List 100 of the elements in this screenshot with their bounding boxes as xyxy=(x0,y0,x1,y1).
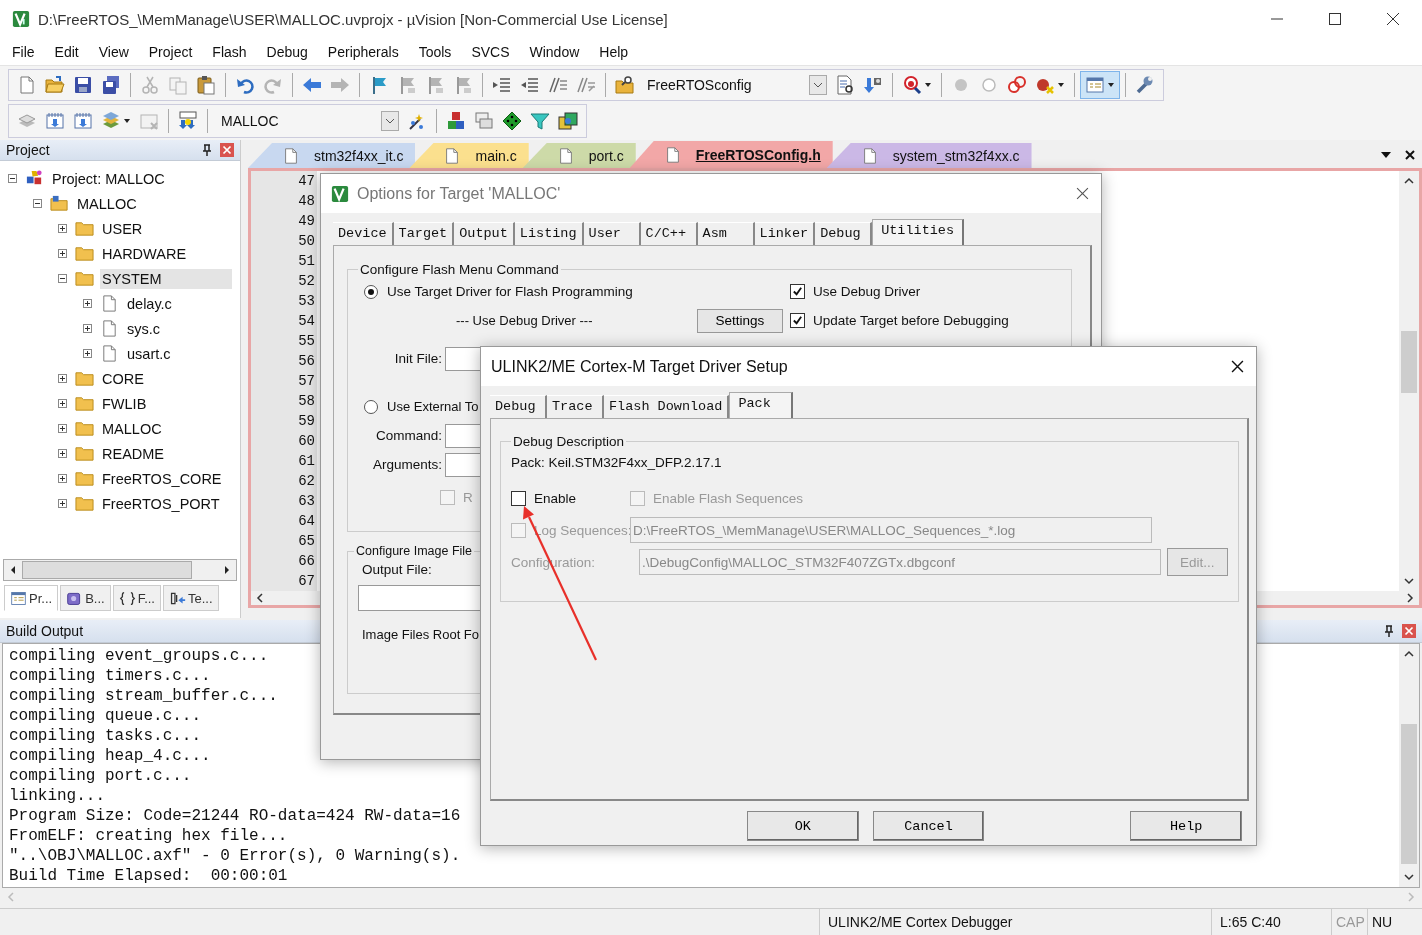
tree-item[interactable]: MALLOC xyxy=(100,418,164,439)
line-number: 47 xyxy=(298,172,315,191)
expand-icon[interactable] xyxy=(58,399,67,408)
panel-tab[interactable]: Te... xyxy=(163,585,219,611)
scrollbar-thumb[interactable] xyxy=(1401,724,1417,864)
breakpoints-icon xyxy=(1007,75,1027,95)
dialog-tab[interactable]: Target xyxy=(393,222,455,245)
close-icon[interactable] xyxy=(1404,149,1416,161)
dialog-title: ULINK2/ME Cortex-M Target Driver Setup xyxy=(491,357,789,376)
tree-item[interactable]: MALLOC xyxy=(75,193,139,214)
scrollbar-thumb[interactable] xyxy=(1401,331,1417,393)
vertical-scrollbar[interactable] xyxy=(1399,171,1419,591)
expand-icon[interactable] xyxy=(58,474,67,483)
checkbox[interactable] xyxy=(790,313,805,328)
dialog-tab[interactable]: Linker xyxy=(754,222,816,245)
folder-icon xyxy=(75,244,94,263)
checkbox[interactable] xyxy=(790,284,805,299)
collapse-icon[interactable] xyxy=(8,174,17,183)
expand-icon[interactable] xyxy=(58,249,67,258)
file-tab[interactable]: port.c xyxy=(522,143,636,168)
expand-icon[interactable] xyxy=(83,299,92,308)
menu-item[interactable]: Edit xyxy=(44,43,89,60)
dialog-tab[interactable]: C/C++ xyxy=(640,222,698,245)
expand-icon[interactable] xyxy=(58,224,67,233)
checkbox[interactable] xyxy=(511,490,526,506)
expand-icon[interactable] xyxy=(83,324,92,333)
collapse-icon[interactable] xyxy=(58,274,67,283)
tree-item[interactable]: FreeRTOS_PORT xyxy=(100,493,222,514)
menu-item[interactable]: Peripherals xyxy=(317,43,409,60)
menu-item[interactable]: Debug xyxy=(256,43,318,60)
settings-button[interactable]: Settings xyxy=(696,308,784,333)
tree-item[interactable]: sys.c xyxy=(125,318,163,339)
collapse-icon[interactable] xyxy=(33,199,42,208)
expand-icon[interactable] xyxy=(58,449,67,458)
dialog-button[interactable]: OK xyxy=(747,811,859,841)
tree-item[interactable]: CORE xyxy=(100,368,146,389)
vertical-scrollbar[interactable] xyxy=(1399,644,1419,887)
expand-icon[interactable] xyxy=(83,349,92,358)
expand-icon[interactable] xyxy=(58,424,67,433)
file-tab[interactable]: main.c xyxy=(409,143,529,168)
menu-item[interactable]: File xyxy=(2,43,45,60)
folder-icon xyxy=(75,269,94,288)
menu-item[interactable]: View xyxy=(88,43,139,60)
dialog-tab[interactable]: Debug xyxy=(490,395,547,418)
expand-icon[interactable] xyxy=(58,499,67,508)
dialog-button[interactable]: Help xyxy=(1130,811,1242,841)
output-line: "..\OBJ\MALLOC.axf" - 0 Error(s), 0 Warning(s). xyxy=(9,846,461,866)
scrollbar-thumb[interactable] xyxy=(22,561,192,579)
download-icon xyxy=(863,75,883,95)
tree-item[interactable]: FWLIB xyxy=(100,393,149,414)
cut-icon xyxy=(140,75,160,95)
pin-icon[interactable] xyxy=(1384,625,1394,637)
tree-item[interactable]: delay.c xyxy=(125,293,174,314)
tree-item[interactable]: README xyxy=(100,443,167,464)
dialog-tab[interactable]: Trace xyxy=(547,395,604,418)
file-tab[interactable]: FreeRTOSConfig.h xyxy=(629,141,833,168)
window-button[interactable] xyxy=(1080,71,1120,99)
dialog-title: Options for Target 'MALLOC' xyxy=(357,184,562,203)
menu-item[interactable]: SVCS xyxy=(461,43,520,60)
output-line: compiling port.c... xyxy=(9,766,192,786)
dialog-tab[interactable]: Pack xyxy=(729,392,794,418)
panel-tab[interactable]: F... xyxy=(112,585,161,611)
radio-button[interactable] xyxy=(364,284,378,299)
dialog-tab[interactable]: Output xyxy=(454,222,515,245)
panel-tab[interactable]: Pr... xyxy=(4,585,59,611)
menu-item[interactable]: Flash xyxy=(202,43,257,60)
line-number: 61 xyxy=(298,452,315,471)
file-tab[interactable]: system_stm32f4xx.c xyxy=(826,143,1032,168)
tree-item[interactable]: usart.c xyxy=(125,343,173,364)
field-label: Image Files Root Fo xyxy=(362,627,480,642)
num-indicator: NU xyxy=(1371,913,1394,932)
tree-item[interactable]: USER xyxy=(100,218,145,239)
menu-item[interactable]: Help xyxy=(589,43,639,60)
line-number: 50 xyxy=(298,232,315,251)
config-combo-box[interactable]: FreeRTOSconfig xyxy=(643,73,827,97)
close-icon[interactable] xyxy=(1076,187,1089,200)
menu-item[interactable]: Tools xyxy=(408,43,462,60)
dialog-tab[interactable]: Listing xyxy=(514,222,584,245)
dialog-tab[interactable]: Utilities xyxy=(872,219,965,245)
horizontal-scrollbar[interactable] xyxy=(3,559,237,581)
diamond-icon xyxy=(502,111,522,131)
tree-item[interactable]: SYSTEM xyxy=(100,268,232,289)
menu-item[interactable]: Project xyxy=(138,43,203,60)
menu-item[interactable]: Window xyxy=(519,43,590,60)
panel-tab[interactable]: B... xyxy=(60,585,111,611)
dialog-tab[interactable]: User xyxy=(583,222,641,245)
expand-icon[interactable] xyxy=(58,374,67,383)
output-line: compiling heap_4.c... xyxy=(9,746,211,766)
tree-item[interactable]: FreeRTOS_CORE xyxy=(100,468,224,489)
tree-item[interactable]: Project: MALLOC xyxy=(50,168,167,189)
dialog-tab[interactable]: Asm xyxy=(697,222,755,245)
file-tab[interactable]: stm32f4xx_it.c xyxy=(248,143,416,168)
tree-item[interactable]: HARDWARE xyxy=(100,243,189,264)
dialog-tab[interactable]: Device xyxy=(333,222,394,245)
line-number: 57 xyxy=(298,372,315,391)
radio-button[interactable] xyxy=(364,399,378,414)
dialog-button[interactable]: Cancel xyxy=(872,811,985,841)
close-icon[interactable] xyxy=(1231,360,1244,373)
pin-icon[interactable] xyxy=(202,144,212,156)
target-combo-box[interactable]: MALLOC xyxy=(217,109,399,133)
